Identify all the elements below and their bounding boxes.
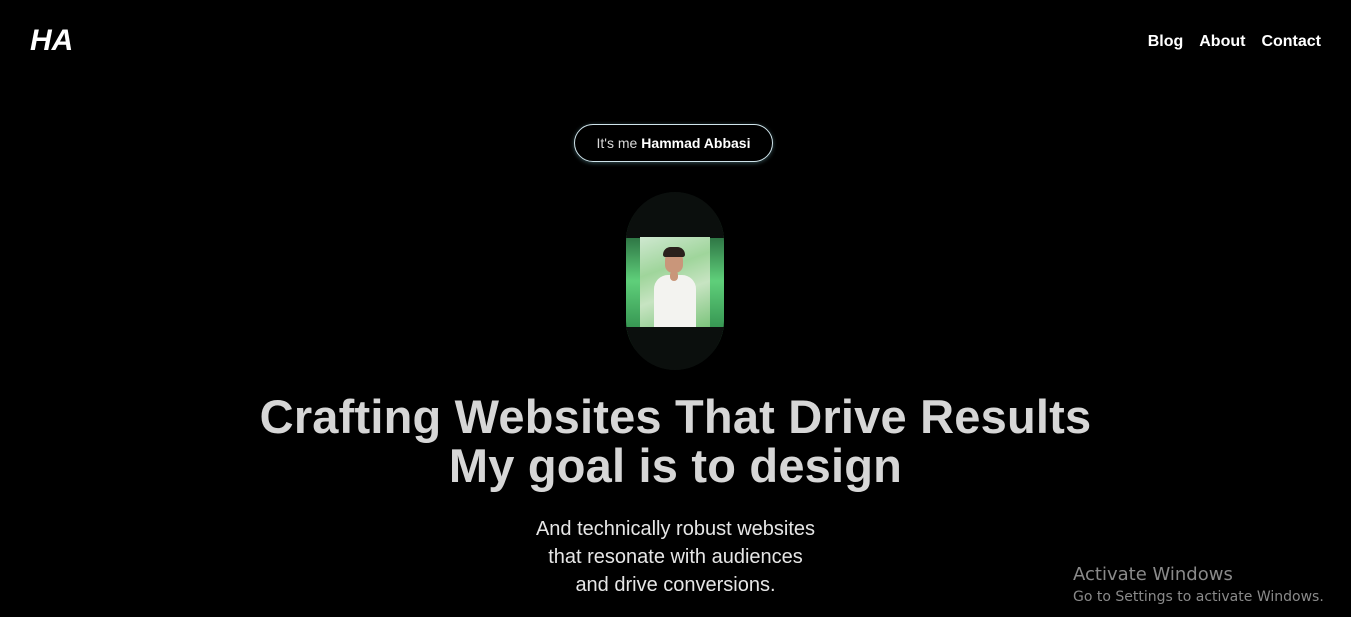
photo-body — [654, 275, 696, 327]
subtext-line-1: And technically robust websites — [535, 518, 816, 540]
main-nav: Blog About Contact — [1148, 33, 1321, 51]
activate-windows-title: Activate Windows — [1073, 564, 1233, 585]
headline-line-2: My goal is to design — [448, 439, 903, 492]
badge-prefix: It's me — [596, 135, 638, 151]
nav-link-about[interactable]: About — [1199, 33, 1245, 51]
photo-hair — [663, 247, 685, 257]
profile-portrait — [626, 192, 724, 370]
nav-link-blog[interactable]: Blog — [1148, 33, 1184, 51]
intro-badge: It's me Hammad Abbasi — [574, 124, 773, 162]
activate-windows-watermark: Activate Windows Go to Settings to activ… — [1073, 564, 1324, 607]
hero-headline: Crafting Websites That Drive Results My … — [0, 392, 1351, 490]
site-logo[interactable]: HA — [30, 24, 73, 58]
profile-photo — [640, 237, 710, 327]
photo-hand — [670, 271, 678, 281]
portrait-bottom-fade — [626, 327, 724, 370]
page: HA Blog About Contact It's me Hammad Abb… — [0, 0, 1351, 617]
nav-link-contact[interactable]: Contact — [1261, 33, 1321, 51]
activate-windows-subtitle: Go to Settings to activate Windows. — [1073, 589, 1324, 605]
headline-line-1: Crafting Websites That Drive Results — [259, 390, 1092, 443]
portrait-top-fade — [626, 192, 724, 238]
badge-name: Hammad Abbasi — [641, 135, 751, 151]
